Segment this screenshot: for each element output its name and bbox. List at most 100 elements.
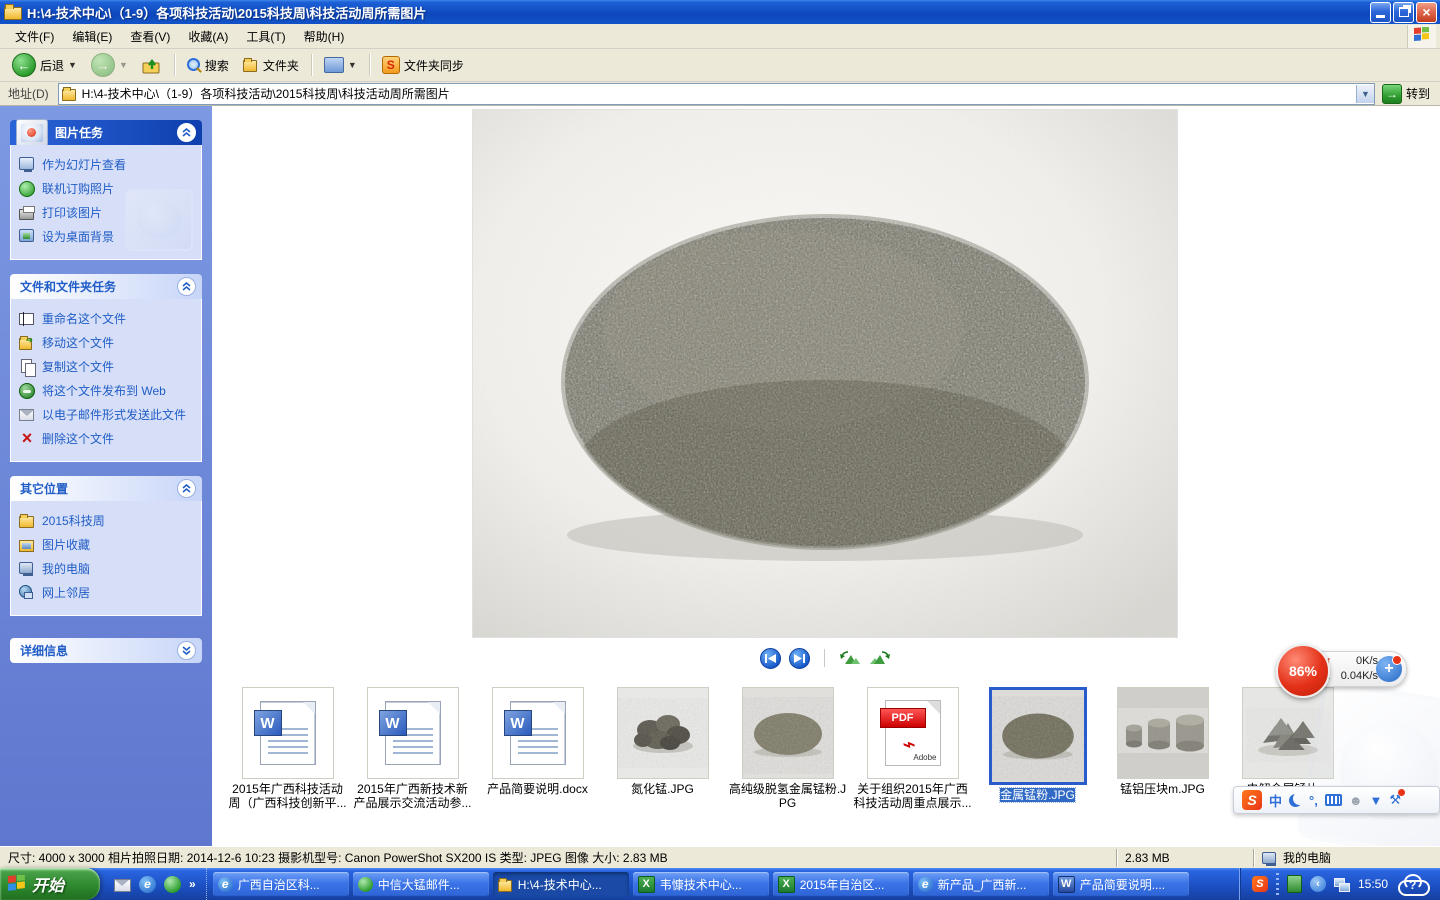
outlook-icon[interactable] bbox=[114, 876, 131, 893]
task-rename-file[interactable]: 重命名这个文件 bbox=[19, 307, 195, 331]
photo-thumbnail[interactable] bbox=[1117, 687, 1209, 779]
menu-help[interactable]: 帮助(H) bbox=[295, 25, 354, 48]
go-button[interactable]: → 转到 bbox=[1380, 84, 1436, 104]
taskbar-window-mail[interactable]: 中信大锰邮件... bbox=[353, 872, 489, 897]
rotate-counterclockwise-button[interactable] bbox=[839, 648, 861, 668]
picture-tasks-header[interactable]: 图片任务 bbox=[10, 120, 202, 145]
back-icon: ← bbox=[12, 53, 36, 77]
file-item[interactable]: 氮化锰.JPG bbox=[603, 687, 722, 815]
back-button[interactable]: ← 后退▼ bbox=[6, 50, 83, 80]
collapse-chevron-icon[interactable] bbox=[177, 277, 196, 296]
word-doc-thumbnail[interactable] bbox=[492, 687, 584, 779]
account-icon[interactable]: ☻ bbox=[1349, 793, 1363, 808]
search-button[interactable]: 搜索 bbox=[181, 54, 235, 77]
place-2015-tech-week[interactable]: 2015科技周 bbox=[19, 509, 195, 533]
restore-button[interactable] bbox=[1393, 2, 1414, 23]
word-doc-icon bbox=[260, 701, 316, 765]
taskbar-window-excel-2[interactable]: 2015年自治区... bbox=[773, 872, 909, 897]
email-icon bbox=[19, 409, 34, 421]
accelerate-button[interactable]: + bbox=[1376, 656, 1402, 682]
taskbar-window-explorer-active[interactable]: H:\4-技术中心... bbox=[493, 872, 629, 897]
address-input[interactable]: H:\4-技术中心\（1-9）各项科技活动\2015科技周\科技活动周所需图片 … bbox=[58, 83, 1375, 105]
fullhalf-moon-icon[interactable] bbox=[1289, 794, 1302, 807]
task-view-slideshow[interactable]: 作为幻灯片查看 bbox=[19, 153, 195, 177]
file-item[interactable]: 产品简要说明.docx bbox=[478, 687, 597, 815]
punctuation-icon[interactable]: °, bbox=[1309, 793, 1318, 808]
rotate-clockwise-button[interactable] bbox=[869, 648, 891, 668]
word-doc-thumbnail[interactable] bbox=[367, 687, 459, 779]
place-my-computer[interactable]: 我的电脑 bbox=[19, 557, 195, 581]
place-my-pictures[interactable]: 图片收藏 bbox=[19, 533, 195, 557]
task-delete-file[interactable]: 删除这个文件 bbox=[19, 427, 195, 451]
tray-clock[interactable]: 15:50 bbox=[1358, 877, 1388, 891]
address-dropdown[interactable]: ▼ bbox=[1356, 85, 1374, 103]
taskbar-window-word[interactable]: 产品简要说明.... bbox=[1053, 872, 1189, 897]
rename-icon bbox=[19, 313, 34, 325]
photo-thumbnail[interactable] bbox=[617, 687, 709, 779]
excel-icon bbox=[778, 876, 795, 893]
photo-thumbnail[interactable] bbox=[989, 687, 1087, 785]
usb-device-icon[interactable] bbox=[1287, 875, 1302, 893]
browser-360-icon[interactable] bbox=[164, 876, 181, 893]
task-move-file[interactable]: 移动这个文件 bbox=[19, 331, 195, 355]
previous-image-button[interactable] bbox=[760, 648, 781, 669]
folder-icon bbox=[19, 516, 34, 528]
photo-thumbnail[interactable] bbox=[742, 687, 834, 779]
menu-edit[interactable]: 编辑(E) bbox=[63, 25, 121, 48]
file-item-selected[interactable]: 金属锰粉.JPG bbox=[978, 687, 1097, 815]
collapse-chevron-icon[interactable] bbox=[177, 123, 196, 142]
forward-button[interactable]: →▼ bbox=[85, 50, 134, 80]
file-item[interactable]: 2015年广西科技活动周（广西科技创新平... bbox=[228, 687, 347, 815]
up-button[interactable] bbox=[136, 54, 168, 76]
cloud-help-icon[interactable] bbox=[1396, 873, 1430, 895]
taskbar-window-ie-2[interactable]: 新产品_广西新... bbox=[913, 872, 1049, 897]
memory-usage-ball[interactable]: 86% bbox=[1276, 644, 1330, 698]
preview-image[interactable] bbox=[473, 110, 1177, 637]
status-photo-info: 尺寸: 4000 x 3000 相片拍照日期: 2014-12-6 10:23 … bbox=[0, 849, 1117, 867]
task-pane: 图片任务 作为幻灯片查看 联机订购照片 打印该图片 设为桌面背景 bbox=[0, 106, 212, 846]
views-button[interactable]: ▼ bbox=[318, 54, 363, 76]
system-tray: ‹ 15:50 bbox=[1239, 868, 1440, 900]
skin-icon[interactable]: ▼ bbox=[1370, 793, 1383, 808]
menu-file[interactable]: 文件(F) bbox=[6, 25, 63, 48]
menu-favorites[interactable]: 收藏(A) bbox=[179, 25, 237, 48]
close-button[interactable]: × bbox=[1416, 2, 1437, 23]
up-folder-icon bbox=[142, 57, 162, 73]
start-button[interactable]: 开始 bbox=[0, 868, 100, 900]
hide-icons-chevron[interactable]: ‹ bbox=[1310, 876, 1326, 892]
next-image-button[interactable] bbox=[789, 648, 810, 669]
download-speed: 0.04K/s bbox=[1341, 669, 1378, 684]
internet-explorer-icon[interactable] bbox=[139, 876, 156, 893]
collapse-chevron-icon[interactable] bbox=[177, 479, 196, 498]
task-email-file[interactable]: 以电子邮件形式发送此文件 bbox=[19, 403, 195, 427]
ime-mode-chinese[interactable]: 中 bbox=[1269, 791, 1282, 810]
folder-sync-button[interactable]: 文件夹同步 bbox=[376, 53, 470, 77]
sogou-logo-icon[interactable] bbox=[1242, 790, 1262, 810]
ime-settings-icon[interactable]: ⚒ bbox=[1389, 792, 1401, 808]
file-item[interactable]: 高纯级脱氢金属锰粉.JPG bbox=[728, 687, 847, 815]
task-publish-web[interactable]: 将这个文件发布到 Web bbox=[19, 379, 195, 403]
memory-percent: 86% bbox=[1289, 663, 1317, 679]
folders-button[interactable]: 文件夹 bbox=[237, 54, 305, 77]
minimize-button[interactable] bbox=[1370, 2, 1391, 23]
word-doc-thumbnail[interactable] bbox=[242, 687, 334, 779]
task-copy-file[interactable]: 复制这个文件 bbox=[19, 355, 195, 379]
expand-chevron-icon[interactable] bbox=[177, 641, 196, 660]
pdf-thumbnail[interactable] bbox=[867, 687, 959, 779]
file-tasks-header[interactable]: 文件和文件夹任务 bbox=[10, 274, 202, 299]
taskbar-window-ie[interactable]: 广西自治区科... bbox=[213, 872, 349, 897]
file-item[interactable]: 2015年广西新技术新产品展示交流活动参... bbox=[353, 687, 472, 815]
quick-launch-more-icon[interactable]: » bbox=[189, 877, 196, 891]
details-header[interactable]: 详细信息 bbox=[10, 638, 202, 663]
place-network[interactable]: 网上邻居 bbox=[19, 581, 195, 605]
other-places-header[interactable]: 其它位置 bbox=[10, 476, 202, 501]
file-item[interactable]: 锰铝压块m.JPG bbox=[1103, 687, 1222, 815]
menu-view[interactable]: 查看(V) bbox=[121, 25, 179, 48]
file-item[interactable]: 关于组织2015年广西科技活动周重点展示... bbox=[853, 687, 972, 815]
taskbar-window-excel-1[interactable]: 韦慷技术中心... bbox=[633, 872, 769, 897]
sogou-tray-icon[interactable] bbox=[1252, 876, 1268, 892]
network-status-icon[interactable] bbox=[1334, 878, 1350, 891]
menu-tools[interactable]: 工具(T) bbox=[237, 25, 294, 48]
windows-flag-icon bbox=[8, 875, 26, 893]
soft-keyboard-icon[interactable] bbox=[1325, 794, 1342, 806]
